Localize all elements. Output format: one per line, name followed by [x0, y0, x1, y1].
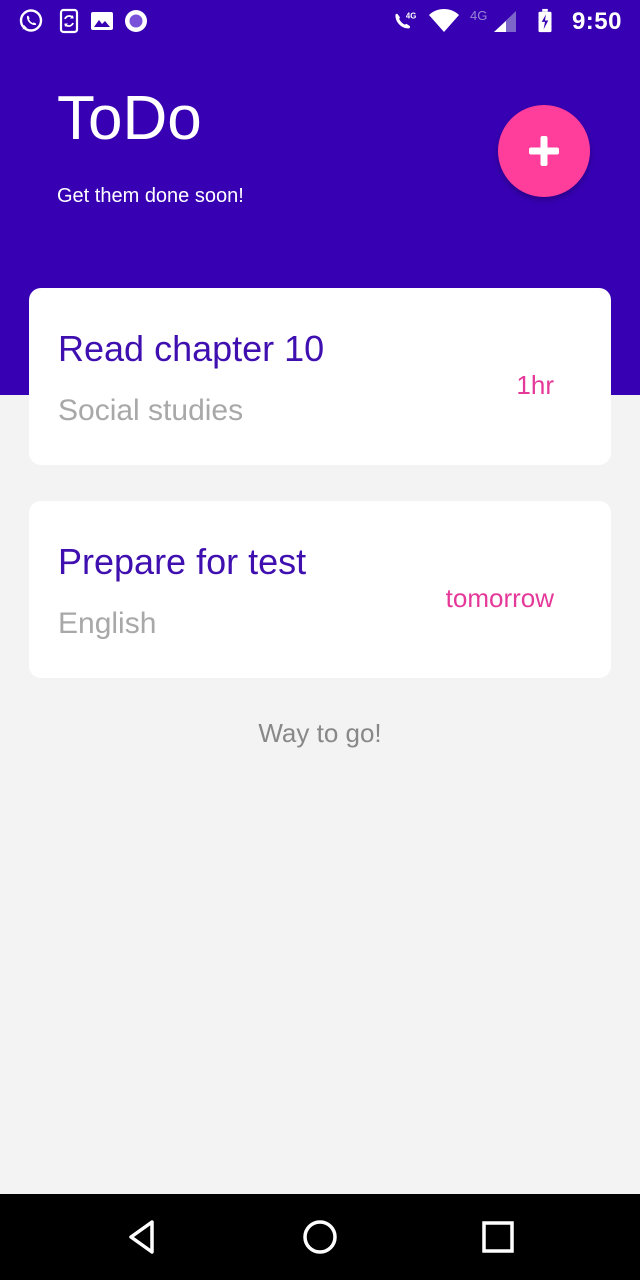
add-task-button[interactable] [498, 105, 590, 197]
app-screen: 4G 4G 9:50 ToDo Get them done soon! Read… [0, 0, 640, 1280]
network-label: 4G [470, 8, 487, 23]
app-subtitle: Get them done soon! [57, 185, 244, 207]
task-title: Read chapter 10 [58, 328, 325, 369]
navigation-bar [0, 1194, 640, 1280]
wifi-icon [429, 9, 459, 32]
volte-call-icon: 4G [395, 11, 416, 29]
whatsapp-icon [19, 9, 43, 32]
plus-icon [529, 136, 559, 166]
task-due: tomorrow [445, 583, 554, 613]
battery-icon [538, 8, 552, 33]
signal-4g-icon: 4G [470, 8, 516, 32]
volte-label: 4G [406, 11, 416, 20]
home-icon[interactable] [297, 1214, 343, 1260]
phone-sync-icon [59, 8, 79, 34]
app-title: ToDo [57, 84, 202, 153]
recents-icon[interactable] [475, 1214, 521, 1260]
image-icon [91, 12, 113, 30]
status-bar: 4G 4G 9:50 [0, 0, 640, 44]
task-subject: English [58, 607, 157, 640]
status-time: 9:50 [571, 8, 622, 35]
task-due: 1hr [516, 370, 554, 400]
record-icon [125, 10, 147, 32]
task-title: Prepare for test [58, 541, 307, 582]
task-card[interactable]: Prepare for test English tomorrow [29, 501, 611, 678]
completion-message: Way to go! [258, 718, 382, 748]
task-subject: Social studies [58, 394, 244, 427]
back-icon[interactable] [120, 1214, 166, 1260]
task-card[interactable]: Read chapter 10 Social studies 1hr [29, 288, 611, 465]
